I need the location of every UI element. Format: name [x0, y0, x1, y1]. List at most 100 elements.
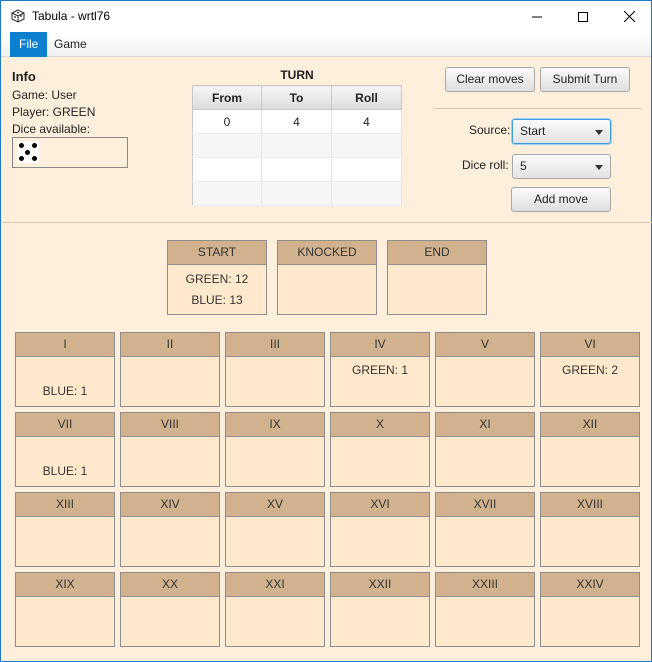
point-box[interactable]: XIV	[120, 492, 220, 567]
point-box[interactable]: XII	[540, 412, 640, 487]
point-box[interactable]: XVII	[435, 492, 535, 567]
column-header-roll[interactable]: Roll	[331, 85, 402, 110]
point-box[interactable]: II	[120, 332, 220, 407]
box-header: KNOCKED	[278, 241, 376, 265]
point-body	[331, 437, 429, 486]
box-header: END	[388, 241, 486, 265]
point-body	[436, 517, 534, 566]
point-header: VI	[541, 333, 639, 357]
point-body	[121, 357, 219, 406]
point-body	[121, 597, 219, 646]
point-box[interactable]: XVI	[330, 492, 430, 567]
point-box[interactable]: IX	[225, 412, 325, 487]
table-row	[192, 157, 402, 182]
info-title: Info	[12, 69, 36, 84]
submit-turn-button[interactable]: Submit Turn	[540, 67, 630, 92]
point-header: XXIV	[541, 573, 639, 597]
source-label: Source:	[469, 123, 511, 137]
point-box[interactable]: X	[330, 412, 430, 487]
point-header: XIII	[16, 493, 114, 517]
point-header: I	[16, 333, 114, 357]
menu-game[interactable]: Game	[45, 32, 96, 57]
menu-file[interactable]: File	[10, 32, 48, 57]
point-header: II	[121, 333, 219, 357]
info-player: Player: GREEN	[12, 105, 96, 119]
point-header: XII	[541, 413, 639, 437]
knocked-box[interactable]: KNOCKED	[277, 240, 377, 315]
point-count: GREEN: 1	[351, 363, 408, 377]
minimize-button[interactable]	[514, 1, 560, 32]
point-box[interactable]: XV	[225, 492, 325, 567]
table-row[interactable]: 0 4 4	[192, 109, 402, 134]
source-select[interactable]: Start	[512, 119, 611, 144]
point-box[interactable]: V	[435, 332, 535, 407]
cell-to: 4	[261, 109, 332, 134]
column-header-to[interactable]: To	[261, 85, 332, 110]
point-body	[541, 597, 639, 646]
chevron-down-icon	[595, 165, 603, 170]
menu-bar: File Game	[1, 32, 651, 57]
box-header: START	[168, 241, 266, 265]
info-dice-label: Dice available:	[12, 122, 91, 136]
maximize-icon	[578, 11, 588, 22]
point-body: GREEN: 1	[331, 357, 429, 406]
point-box[interactable]: XXIII	[435, 572, 535, 647]
point-body	[226, 517, 324, 566]
point-box[interactable]: XXI	[225, 572, 325, 647]
start-box[interactable]: START GREEN: 12 BLUE: 13	[167, 240, 267, 315]
point-header: XVIII	[541, 493, 639, 517]
dice-app-icon	[10, 8, 26, 24]
point-box[interactable]: VII BLUE: 1	[15, 412, 115, 487]
point-body	[331, 517, 429, 566]
point-header: XV	[226, 493, 324, 517]
point-box[interactable]: VIII	[120, 412, 220, 487]
point-count: GREEN: 2	[561, 363, 618, 377]
point-body	[436, 597, 534, 646]
point-box[interactable]: XIX	[15, 572, 115, 647]
point-box[interactable]: I BLUE: 1	[15, 332, 115, 407]
cell-roll	[331, 157, 402, 182]
point-box[interactable]: XVIII	[540, 492, 640, 567]
end-box[interactable]: END	[387, 240, 487, 315]
table-row	[192, 181, 402, 206]
clear-moves-button[interactable]: Clear moves	[445, 67, 535, 92]
close-icon	[623, 11, 635, 22]
column-header-from[interactable]: From	[192, 85, 262, 110]
point-body	[121, 517, 219, 566]
cell-to	[261, 181, 332, 206]
point-box[interactable]: VI GREEN: 2	[540, 332, 640, 407]
point-box[interactable]: III	[225, 332, 325, 407]
point-body	[541, 437, 639, 486]
point-count: BLUE: 1	[42, 464, 88, 478]
close-button[interactable]	[606, 1, 652, 32]
point-body	[436, 437, 534, 486]
title-bar[interactable]: Tabula - wrtl76	[1, 1, 651, 32]
point-header: IX	[226, 413, 324, 437]
point-box[interactable]: XX	[120, 572, 220, 647]
section-divider	[2, 222, 652, 223]
point-header: IV	[331, 333, 429, 357]
app-window: Tabula - wrtl76 File Game Info Game: Use…	[0, 0, 652, 662]
point-box[interactable]: XIII	[15, 492, 115, 567]
point-header: XXII	[331, 573, 429, 597]
dice-roll-label: Dice roll:	[462, 158, 509, 172]
point-body	[436, 357, 534, 406]
point-box[interactable]: XXIV	[540, 572, 640, 647]
controls-divider	[433, 108, 642, 109]
dice-roll-select[interactable]: 5	[512, 154, 611, 179]
point-box[interactable]: IV GREEN: 1	[330, 332, 430, 407]
chevron-down-icon	[595, 130, 603, 135]
start-green-count: GREEN: 12	[185, 272, 249, 286]
point-body	[16, 517, 114, 566]
point-header: XX	[121, 573, 219, 597]
point-box[interactable]: XXII	[330, 572, 430, 647]
point-box[interactable]: XI	[435, 412, 535, 487]
table-row	[192, 133, 402, 158]
cell-from	[192, 181, 262, 206]
point-body: BLUE: 1	[16, 437, 114, 486]
maximize-button[interactable]	[560, 1, 606, 32]
add-move-button[interactable]: Add move	[511, 187, 611, 212]
die-five-icon	[17, 141, 39, 163]
point-header: VII	[16, 413, 114, 437]
point-header: III	[226, 333, 324, 357]
